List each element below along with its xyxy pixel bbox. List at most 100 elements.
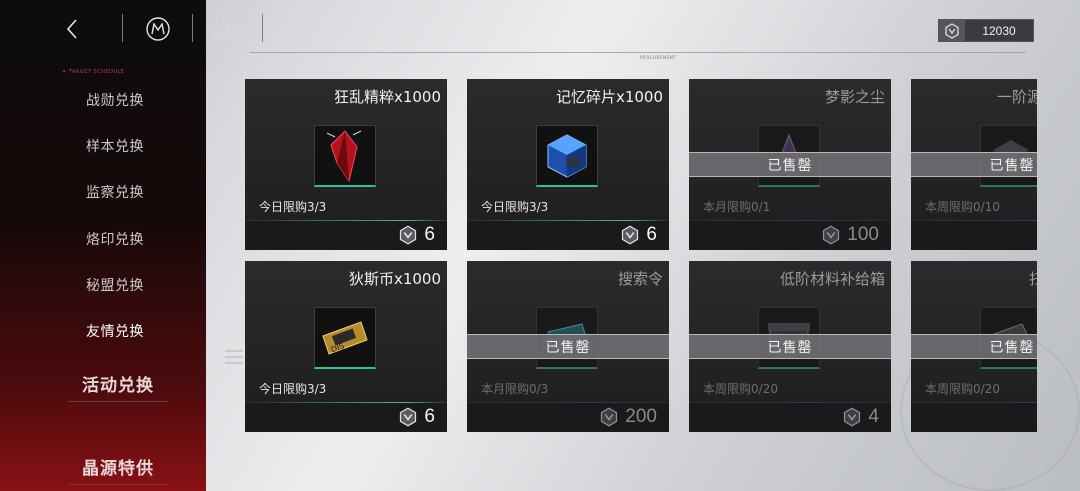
sidebar-item-label: 监察兑换 <box>86 185 144 201</box>
purchase-limit: 今日限购3/3 <box>259 382 327 396</box>
shop-card[interactable]: 搜索令 已售罄 本月限购0/3 200 <box>467 261 669 432</box>
token-icon <box>844 407 861 427</box>
item-name: 狂乱精粹x1000 <box>333 88 441 106</box>
purchase-limit: 本周限购0/20 <box>703 382 778 396</box>
currency-display[interactable]: 12030 <box>938 19 1034 42</box>
sidebar-item-label: 友情兑换 <box>86 324 144 340</box>
shop-card[interactable]: 梦影之尘 已售罄 本月限购0/1 100 <box>689 79 891 250</box>
price-value: 6 <box>424 406 435 427</box>
sidebar-section-huodong[interactable]: 活动兑换 <box>0 371 206 396</box>
sidebar-item-youqing[interactable]: 友情兑换 <box>0 321 206 341</box>
item-name: 记忆碎片x1000 <box>555 88 663 106</box>
price-value: 4 <box>868 406 879 427</box>
purchase-limit: 今日限购3/3 <box>481 200 549 214</box>
m-emblem-icon <box>146 17 170 41</box>
price: 6 <box>398 224 435 246</box>
price-value: 200 <box>625 406 657 427</box>
sold-out-banner: 已售罄 <box>911 152 1037 177</box>
sidebar-section-label: 晶源特供 <box>82 459 154 479</box>
token-icon <box>939 20 965 41</box>
sidebar-item-label: 秘盟兑换 <box>86 278 144 294</box>
sidebar-section-jingyuan[interactable]: 晶源特供 <box>0 454 206 479</box>
price: 4 <box>842 406 879 428</box>
shop-card[interactable]: 一阶源 已售罄 本周限购0/10 <box>911 79 1037 250</box>
sold-out-label: 已售罄 <box>989 339 1035 356</box>
token-icon <box>823 225 840 245</box>
price-bar <box>911 403 1037 432</box>
price: 6 <box>620 224 657 246</box>
header-rule <box>250 52 1026 53</box>
price-value: 100 <box>847 224 879 245</box>
item-name: 一阶源 <box>997 88 1037 106</box>
sold-out-banner: 已售罄 <box>689 152 891 177</box>
sold-out-banner: 已售罄 <box>689 334 891 359</box>
gold-ticket-icon: DIS <box>322 320 368 355</box>
sold-out-label: 已售罄 <box>989 157 1035 174</box>
nav-separator <box>262 14 263 42</box>
purchase-limit: 今日限购3/3 <box>259 200 327 214</box>
tree-button[interactable] <box>212 15 242 43</box>
red-crystal-icon <box>326 129 362 182</box>
price: 200 <box>599 406 657 428</box>
shop-card[interactable]: 狄斯币x1000 DIS 今日限购3/3 6 <box>245 261 447 432</box>
decorative-line <box>225 356 243 358</box>
chevron-left-icon <box>66 19 77 39</box>
sidebar: ✦ TARGET SCHEDULE 战勋兑换 样本兑换 监察兑换 烙印兑换 秘盟… <box>0 0 206 491</box>
item-name: 梦影之尘 <box>824 88 885 106</box>
item-name: 扫 <box>1029 270 1037 288</box>
sold-out-label: 已售罄 <box>767 339 813 356</box>
token-icon <box>622 225 639 245</box>
purchase-limit: 本月限购0/1 <box>703 200 771 214</box>
sold-out-label: 已售罄 <box>545 339 591 356</box>
token-icon <box>400 407 417 427</box>
back-button[interactable] <box>58 15 86 43</box>
sidebar-item-jiancha[interactable]: 监察兑换 <box>0 182 206 202</box>
sidebar-item-laoyin[interactable]: 烙印兑换 <box>0 229 206 249</box>
item-name: 低阶材料补给箱 <box>779 270 885 288</box>
token-icon <box>601 407 618 427</box>
shop-grid: 狂乱精粹x1000 今日限购3/3 6 记忆碎片x1000 今日限购3/3 6 … <box>245 79 1037 439</box>
blue-cube-icon <box>547 133 587 178</box>
sidebar-item-label: 烙印兑换 <box>86 232 144 248</box>
sidebar-divider <box>68 401 168 402</box>
home-button[interactable] <box>143 15 173 43</box>
sidebar-item-label: 样本兑换 <box>86 139 144 155</box>
sold-out-banner: 已售罄 <box>911 334 1037 359</box>
item-thumbnail <box>536 125 598 187</box>
token-icon <box>400 225 417 245</box>
purchase-limit: 本周限购0/20 <box>925 382 1000 396</box>
decorative-line <box>225 362 243 364</box>
sidebar-tag: ✦ TARGET SCHEDULE <box>62 69 125 75</box>
sidebar-item-zhanxun[interactable]: 战勋兑换 <box>0 90 206 110</box>
sidebar-tag-text: TARGET SCHEDULE <box>68 69 125 75</box>
purchase-limit: 本月限购0/3 <box>481 382 549 396</box>
sidebar-divider <box>68 484 168 485</box>
shop-card[interactable]: 狂乱精粹x1000 今日限购3/3 6 <box>245 79 447 250</box>
sold-out-banner: 已售罄 <box>467 334 669 359</box>
nav-separator <box>122 14 123 42</box>
shop-card[interactable]: 记忆碎片x1000 今日限购3/3 6 <box>467 79 669 250</box>
price-value: 6 <box>424 224 435 245</box>
item-thumbnail <box>314 125 376 187</box>
item-name: 狄斯币x1000 <box>348 270 441 288</box>
currency-value: 12030 <box>982 23 1016 38</box>
price: 6 <box>398 406 435 428</box>
price-bar <box>911 221 1037 250</box>
nav-separator <box>192 14 193 42</box>
price-value: 6 <box>646 224 657 245</box>
item-thumbnail: DIS <box>314 307 376 369</box>
decorative-line <box>225 350 243 352</box>
sidebar-item-label: 战勋兑换 <box>86 93 144 109</box>
sidebar-item-mimeng[interactable]: 秘盟兑换 <box>0 275 206 295</box>
sidebar-section-label: 活动兑换 <box>82 376 154 396</box>
shop-card[interactable]: 扫 已售罄 本周限购0/20 <box>911 261 1037 432</box>
sidebar-item-yangben[interactable]: 样本兑换 <box>0 136 206 156</box>
item-name: 搜索令 <box>617 270 663 288</box>
purchase-limit: 本周限购0/10 <box>925 200 1000 214</box>
sold-out-label: 已售罄 <box>767 157 813 174</box>
top-nav <box>0 0 270 58</box>
price: 100 <box>821 224 879 246</box>
shop-card[interactable]: 低阶材料补给箱 已售罄 本周限购0/20 4 <box>689 261 891 432</box>
hierarchy-icon <box>214 19 240 39</box>
header-rule-label: PROCUREMENT <box>640 55 677 60</box>
